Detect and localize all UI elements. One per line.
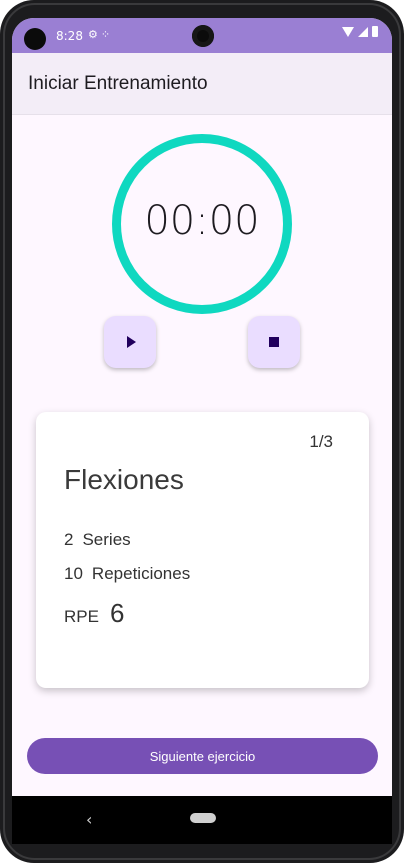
reps-value: 10 [64,564,83,583]
front-camera-left [24,28,46,50]
status-bar: 8:28 ⚙ ⁘ [12,18,392,53]
timer-display: 00:00 [144,198,260,244]
status-icons [342,26,378,37]
signal-icon [358,26,368,37]
top-app-bar: Iniciar Entrenamiento [12,53,392,115]
series-row: 2 Series [64,530,131,550]
page-title: Iniciar Entrenamiento [28,73,208,94]
reps-row: 10 Repeticiones [64,564,190,584]
play-icon [126,336,136,348]
home-pill-icon[interactable] [190,813,216,823]
rpe-row: RPE 6 [64,598,124,629]
series-label: Series [82,530,131,549]
device-frame: 8:28 ⚙ ⁘ Iniciar Entrenamiento 00:00 1/3… [0,0,404,863]
exercise-counter: 1/3 [309,432,333,451]
next-exercise-button[interactable]: Siguiente ejercicio [27,738,378,774]
front-camera-center [192,25,214,47]
rpe-label: RPE [64,607,99,626]
system-nav-bar: ‹ [12,796,392,844]
settings-icon: ⚙ ⁘ [88,29,111,41]
play-button[interactable] [104,316,156,368]
status-time: 8:28 [56,29,83,43]
exercise-card: 1/3 Flexiones 2 Series 10 Repeticiones R… [36,412,369,688]
series-value: 2 [64,530,74,549]
battery-icon [372,26,378,37]
exercise-name: Flexiones [64,464,184,495]
stop-icon [269,337,279,347]
wifi-icon [342,26,354,37]
back-icon[interactable]: ‹ [86,810,92,829]
app-screen: 8:28 ⚙ ⁘ Iniciar Entrenamiento 00:00 1/3… [12,18,392,844]
reps-label: Repeticiones [91,564,191,583]
stop-button[interactable] [248,316,300,368]
rpe-value: 6 [109,598,125,628]
